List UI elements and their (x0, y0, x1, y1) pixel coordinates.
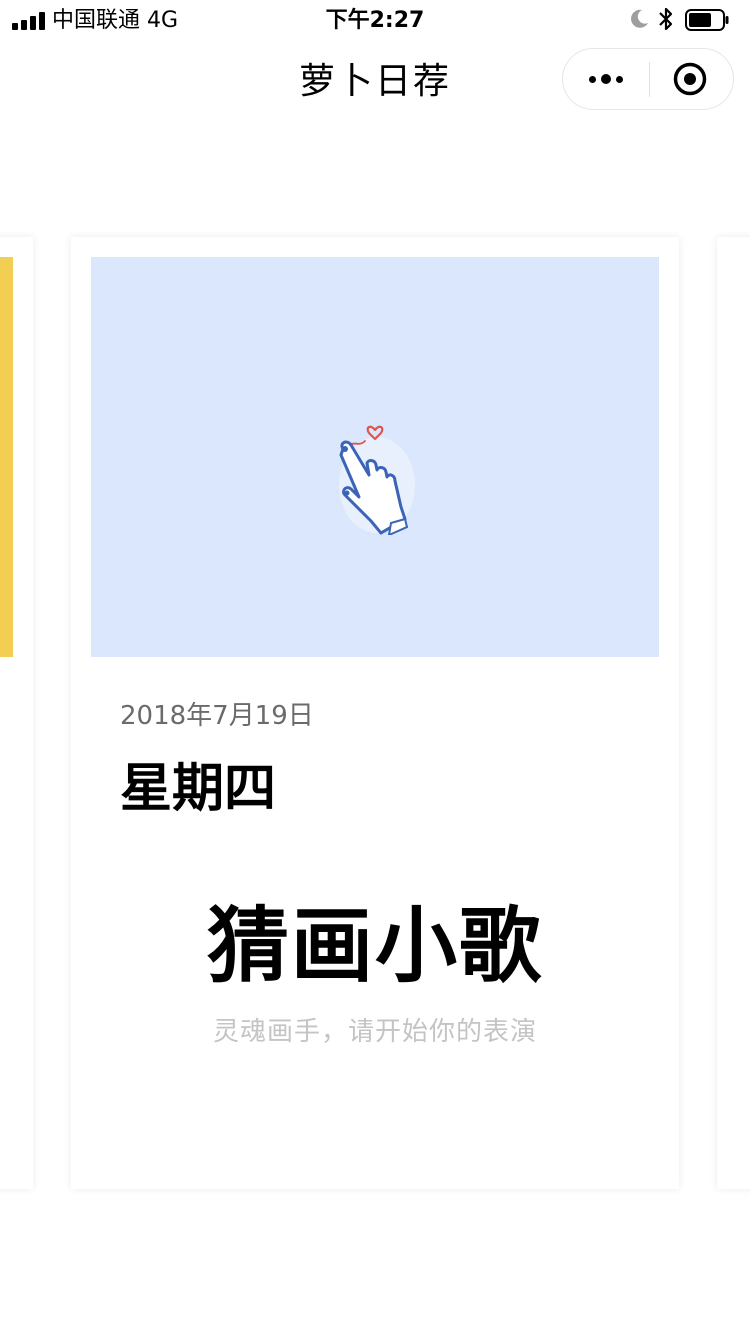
status-bar: 中国联通 4G 下午2:27 (0, 0, 750, 40)
carrier-label: 中国联通 4G (52, 8, 179, 33)
card-title: 猜画小歌 (206, 899, 543, 994)
capsule-divider (649, 62, 650, 97)
bluetooth-icon (659, 7, 673, 31)
close-target-icon[interactable] (673, 62, 707, 96)
cellular-signal-icon (12, 12, 46, 30)
mini-program-capsule (562, 48, 734, 110)
moon-icon (631, 9, 648, 28)
daily-card[interactable]: 2018年7月19日 星期四 猜画小歌 灵魂画手，请开始你的表演 (71, 237, 679, 1189)
card-subtitle: 灵魂画手，请开始你的表演 (212, 1017, 537, 1047)
hand-heart-icon (339, 425, 415, 535)
previous-card[interactable] (0, 237, 33, 1189)
card-image (91, 257, 659, 657)
previous-card-image (0, 257, 13, 657)
more-dots-icon[interactable] (585, 49, 629, 109)
card-weekday: 星期四 (120, 759, 277, 819)
card-date: 2018年7月19日 (120, 701, 314, 731)
battery-icon (685, 9, 729, 31)
next-card[interactable] (717, 237, 750, 1189)
